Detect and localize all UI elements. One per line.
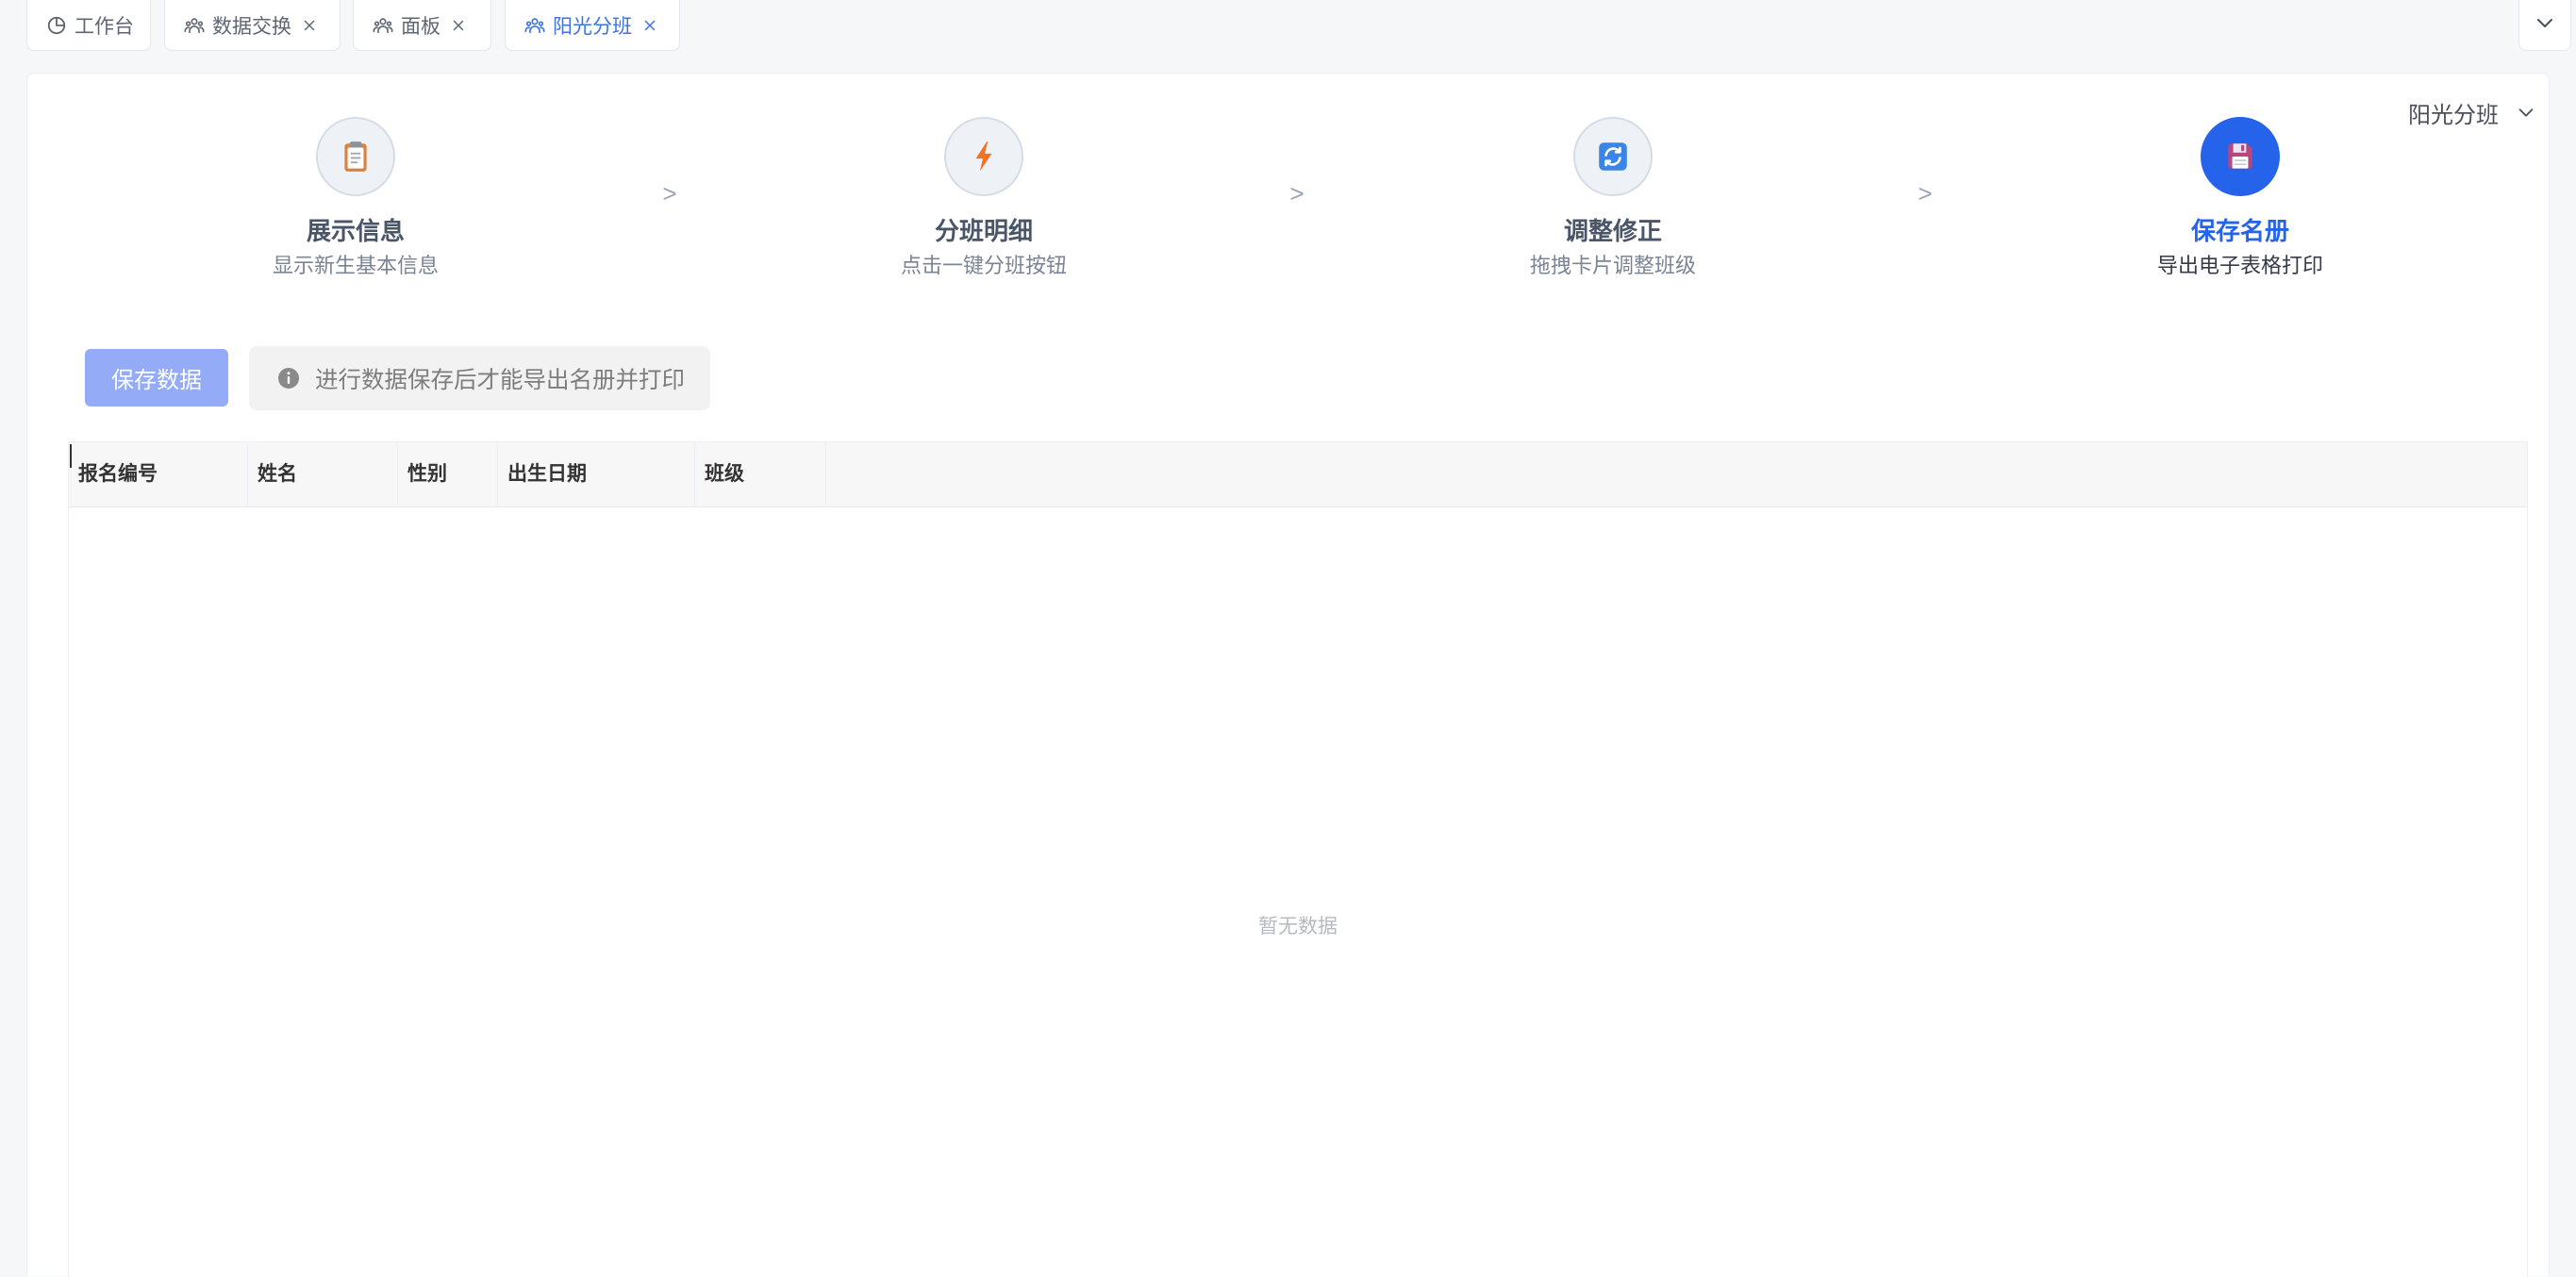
table-empty-text: 暂无数据: [1258, 916, 1338, 937]
save-notice: 进行数据保存后才能导出名册并打印: [249, 346, 710, 410]
chevron-down-icon: [2534, 11, 2556, 39]
step-adjust[interactable]: 调整修正 拖拽卡片调整班级: [1424, 117, 1802, 281]
tab-label: 面板: [401, 15, 440, 38]
clipboard-icon: [338, 139, 374, 174]
step-description: 拖拽卡片调整班级: [1529, 254, 1696, 277]
step-separator: >: [1918, 179, 1933, 207]
tabs-menu-button[interactable]: [2518, 0, 2571, 51]
tab-label: 工作台: [75, 15, 134, 38]
step-circle: [944, 117, 1023, 196]
team-icon: [524, 15, 545, 36]
lightning-icon: [966, 139, 1002, 174]
column-header-name: 姓名: [248, 442, 398, 506]
step-show-info[interactable]: 展示信息 显示新生基本信息: [167, 117, 544, 281]
step-circle: [1573, 117, 1653, 196]
step-description: 点击一键分班按钮: [900, 254, 1067, 277]
tab-sunshine-grouping[interactable]: 阳光分班: [505, 0, 680, 51]
close-icon[interactable]: [450, 17, 467, 34]
step-title: 调整修正: [1563, 217, 1662, 245]
pie-chart-icon: [46, 15, 67, 36]
tab-panel[interactable]: 面板: [353, 0, 491, 51]
step-separator: >: [662, 179, 677, 207]
chevron-down-icon: [2516, 102, 2536, 123]
student-table: 报名编号 姓名 性别 出生日期 班级 暂无数据: [68, 441, 2528, 1277]
column-header-class: 班级: [695, 442, 826, 506]
step-title: 展示信息: [306, 217, 405, 245]
step-save-roster[interactable]: 保存名册 导出电子表格打印: [2052, 117, 2429, 281]
tab-label: 阳光分班: [553, 15, 632, 38]
step-circle: [316, 117, 395, 196]
step-grouping-detail[interactable]: 分班明细 点击一键分班按钮: [795, 117, 1172, 281]
step-title: 分班明细: [934, 217, 1033, 245]
close-icon[interactable]: [641, 17, 658, 34]
save-icon: [2222, 139, 2258, 174]
step-description: 显示新生基本信息: [272, 254, 439, 277]
column-header-registration-no: 报名编号: [69, 442, 248, 506]
step-title: 保存名册: [2190, 217, 2289, 245]
step-separator: >: [1289, 179, 1305, 207]
notice-text: 进行数据保存后才能导出名册并打印: [315, 367, 685, 393]
close-icon[interactable]: [301, 17, 318, 34]
team-icon: [184, 15, 205, 36]
refresh-icon: [1595, 139, 1631, 174]
column-header-birth-date: 出生日期: [498, 442, 695, 506]
tab-workbench[interactable]: 工作台: [26, 0, 151, 51]
main-card: 阳光分班 展示信息 显示新生基本信息 > 分班明细 点击一键分班按钮 > 调整修…: [26, 73, 2550, 1277]
step-circle: [2201, 117, 2280, 196]
table-header: 报名编号 姓名 性别 出生日期 班级: [69, 442, 2527, 507]
column-header-gender: 性别: [398, 442, 498, 506]
text-caret: [70, 444, 72, 468]
team-icon: [373, 15, 393, 36]
tab-data-exchange[interactable]: 数据交换: [164, 0, 341, 51]
info-icon: [277, 367, 300, 390]
step-description: 导出电子表格打印: [2156, 254, 2323, 277]
save-data-button[interactable]: 保存数据: [85, 349, 228, 406]
tab-label: 数据交换: [212, 15, 291, 38]
